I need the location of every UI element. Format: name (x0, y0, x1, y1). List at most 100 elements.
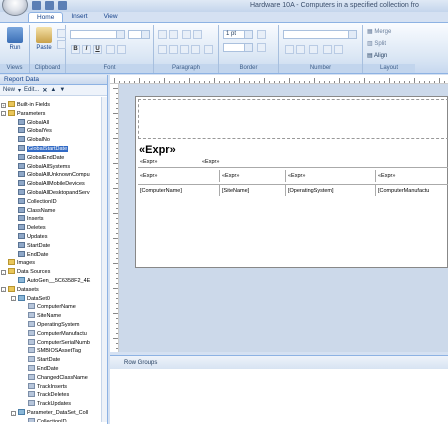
tree-field[interactable]: ChangedClassName (28, 373, 88, 382)
tree-data-sources[interactable]: Data Sources (8, 268, 50, 276)
tree-data-source[interactable]: AutoGen__5C6358F2_4E (18, 277, 90, 285)
title-expression[interactable]: «Expr» (139, 144, 176, 156)
collapse-icon[interactable]: - (11, 296, 16, 302)
border-color-icon[interactable] (257, 30, 266, 39)
new-button[interactable]: New (3, 87, 15, 93)
numbering-icon[interactable] (169, 30, 178, 39)
tree-parameter[interactable]: GlobalNo (18, 136, 50, 144)
justify-icon[interactable] (191, 45, 200, 54)
borders-icon[interactable] (257, 43, 266, 52)
decrease-decimal-icon[interactable] (334, 45, 343, 54)
table-header-cell[interactable]: «Expr» (220, 170, 286, 182)
collapse-icon[interactable]: - (1, 287, 6, 293)
collapse-icon[interactable]: - (1, 111, 6, 117)
tree-parameter[interactable]: Deletes (18, 224, 46, 232)
bold-button[interactable]: B (71, 45, 80, 54)
tree-images[interactable]: Images (8, 259, 35, 267)
table-header-cell[interactable]: «Expr» (376, 170, 448, 182)
merge-button[interactable]: ▦ Merge (367, 28, 391, 35)
move-down-icon[interactable]: ▼ (59, 87, 65, 93)
decrease-indent-icon[interactable] (182, 30, 191, 39)
run-button[interactable]: Run (3, 27, 27, 51)
tree-datasets[interactable]: Datasets (8, 285, 39, 294)
table-data-cell[interactable]: [OperatingSystem] (286, 184, 376, 196)
table-header-cell[interactable]: «Expr» (138, 170, 220, 182)
italic-button[interactable]: I (82, 45, 91, 54)
tree-field[interactable]: ComputerManufactu (28, 329, 87, 338)
align-right-icon[interactable] (180, 45, 189, 54)
tree-field[interactable]: TrackDeletes (28, 391, 69, 399)
tree-field[interactable]: ComputerName (28, 303, 76, 311)
tree-parameter[interactable]: CollectionID (18, 197, 57, 206)
tree-field[interactable]: ComputerSerialNumb (28, 338, 90, 347)
currency-icon[interactable] (285, 45, 294, 54)
tree-field[interactable]: SMBIOSAssetTag (28, 347, 81, 355)
data-table[interactable]: «Expr» «Expr» «Expr» «Expr» [ComputerNam… (138, 167, 448, 209)
highlight-icon[interactable] (117, 45, 126, 54)
border-width-select[interactable]: 1 pt (223, 30, 253, 39)
tree-parameter[interactable]: StartDate (18, 241, 50, 250)
application-button[interactable] (2, 0, 28, 16)
tree-parameter[interactable]: EndDate (18, 250, 48, 259)
tree-parameter[interactable]: GlobalAllDesktopandServ (18, 189, 90, 197)
undo-icon[interactable] (45, 1, 54, 10)
tree-field[interactable]: SiteName (28, 312, 61, 320)
tree-parameter[interactable]: GlobalStartDate (18, 145, 69, 153)
percent-icon[interactable] (296, 45, 305, 54)
cut-icon[interactable] (57, 29, 66, 38)
table-data-cell[interactable]: [ComputerManufactu (376, 184, 448, 196)
tree-parameter[interactable]: GlobalAllSystems (18, 162, 70, 171)
border-style-select[interactable] (223, 43, 253, 52)
tree-parameter[interactable]: GlobalAllMobileDevices (18, 180, 85, 188)
tree-parameter[interactable]: ClassName (18, 206, 55, 215)
style-icon[interactable] (309, 45, 318, 54)
edit-button[interactable]: Edit... (24, 87, 39, 93)
new-dropdown-icon[interactable]: ▾ (18, 87, 21, 94)
delete-icon[interactable]: ✕ (42, 87, 47, 94)
redo-icon[interactable] (58, 1, 67, 10)
align-left-icon[interactable] (158, 45, 167, 54)
tree-builtin-fields[interactable]: Built-in Fields (8, 101, 50, 109)
tree-field[interactable]: EndDate (28, 365, 58, 373)
tree-parameter[interactable]: GlobalEndDate (18, 153, 64, 162)
bullets-icon[interactable] (158, 30, 167, 39)
tree-parameter[interactable]: GlobalYes (18, 127, 52, 135)
align-center-icon[interactable] (169, 45, 178, 54)
save-icon[interactable] (32, 1, 41, 10)
tree-parameter[interactable]: GlobalAll (18, 118, 49, 127)
move-up-icon[interactable]: ▲ (50, 87, 56, 93)
expression-textbox[interactable]: «Expr» (140, 159, 157, 165)
tree-dataset[interactable]: Parameter_DataSet_Coll (18, 409, 88, 417)
font-name-select[interactable] (70, 30, 125, 39)
report-body[interactable]: «Expr» «Expr» «Expr» «Expr» «Expr» «Expr… (135, 96, 448, 268)
tree-parameter[interactable]: GlobalAllUnknownCompu (18, 171, 90, 179)
table-header-cell[interactable]: «Expr» (286, 170, 376, 182)
increase-decimal-icon[interactable] (323, 45, 332, 54)
collapse-icon[interactable]: - (11, 410, 16, 416)
font-size-select[interactable] (128, 30, 150, 39)
table-data-cell[interactable]: [ComputerName] (138, 184, 220, 196)
paste-button[interactable]: Paste (32, 27, 56, 51)
tree-field[interactable]: StartDate (28, 356, 60, 364)
tree-field[interactable]: CollectionID (28, 417, 67, 422)
valign-icon[interactable] (204, 45, 213, 54)
tree-parameter[interactable]: Updates (18, 233, 48, 241)
expression-textbox[interactable]: «Expr» (202, 159, 219, 165)
page-header[interactable] (138, 99, 448, 139)
align-button[interactable]: ▤ Align (367, 52, 387, 59)
underline-button[interactable]: U (93, 45, 102, 54)
table-data-cell[interactable]: [SiteName] (220, 184, 286, 196)
tree-field[interactable]: OperatingSystem (28, 321, 80, 329)
tree-dataset[interactable]: DataSet0 (18, 294, 50, 303)
font-color-icon[interactable] (106, 45, 115, 54)
number-format-select[interactable] (283, 30, 357, 39)
tree-scrollbar[interactable] (101, 97, 107, 422)
collapse-icon[interactable]: - (1, 269, 6, 275)
tree-parameter[interactable]: Inserts (18, 215, 44, 223)
split-button[interactable]: ▥ Split (367, 40, 386, 47)
copy-icon[interactable] (57, 40, 66, 49)
increase-indent-icon[interactable] (193, 30, 202, 39)
tree-parameters[interactable]: Parameters (8, 109, 45, 118)
tree-field[interactable]: TrackUpdates (28, 400, 71, 408)
expand-icon[interactable]: + (1, 102, 6, 108)
